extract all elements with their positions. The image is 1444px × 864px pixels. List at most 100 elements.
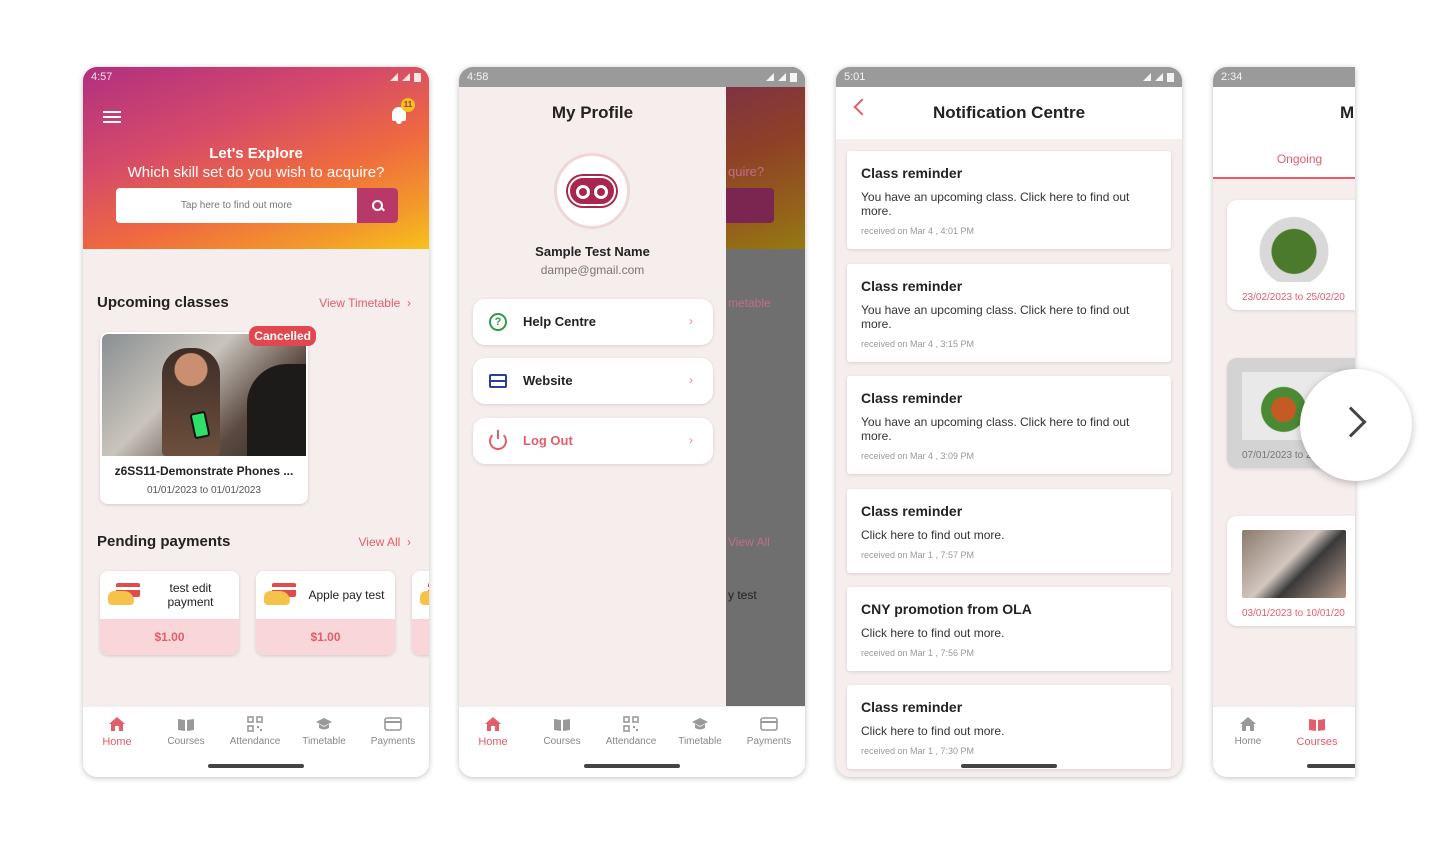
notification-title: Class reminder [861, 278, 963, 294]
phone-profile-screen: 4:58 quire? metable View All y test My P… [459, 67, 805, 777]
search-button[interactable] [357, 188, 398, 223]
avatar [554, 153, 630, 229]
notification-body: You have an upcoming class. Click here t… [861, 190, 1130, 218]
nav-attendance-label: Attendance [605, 736, 657, 747]
nav-home-label: Home [102, 736, 132, 748]
nav-home-label: Home [478, 736, 508, 748]
notification-title: Class reminder [861, 503, 963, 519]
notification-timestamp: received on Mar 1 , 7:57 PM [861, 550, 975, 560]
notification-title: Class reminder [861, 699, 963, 715]
wifi-icon [766, 73, 774, 81]
tab-ongoing[interactable]: Ongoing [1213, 139, 1355, 179]
nav-attendance[interactable]: Attendance [597, 716, 665, 747]
log-out-button[interactable]: Log Out › [473, 418, 713, 464]
payment-card[interactable]: Apple pay test $1.00 [256, 571, 395, 655]
status-bar: 5:01 [836, 67, 1182, 87]
course-card[interactable]: 23/02/2023 to 25/02/20 [1227, 200, 1355, 310]
dimmed-subtitle: quire? [728, 164, 765, 179]
status-icons [390, 71, 421, 83]
notification-item[interactable]: Class reminder You have an upcoming clas… [847, 376, 1171, 474]
nav-timetable-label: Timetable [302, 736, 346, 747]
search-bar[interactable]: Tap here to find out more [116, 188, 398, 223]
notification-item[interactable]: CNY promotion from OLA Click here to fin… [847, 587, 1171, 671]
upcoming-class-card[interactable]: Cancelled z6SS11-Demonstrate Phones ... … [100, 326, 316, 504]
view-timetable-link[interactable]: View Timetable › [319, 296, 411, 310]
signal-icon [1155, 73, 1163, 81]
nav-home[interactable]: Home [83, 716, 151, 748]
course-card[interactable]: 03/01/2023 to 10/01/20 [1227, 516, 1355, 626]
credit-card-icon [760, 717, 778, 731]
upcoming-classes-title: Upcoming classes [97, 294, 229, 311]
chevron-right-icon: › [689, 314, 693, 328]
nav-courses[interactable]: Courses [1283, 716, 1351, 748]
nav-payments[interactable]: Payments [735, 716, 803, 747]
chevron-right-icon: › [689, 373, 693, 387]
profile-name: Sample Test Name [535, 244, 650, 259]
page-title: M [1340, 103, 1355, 122]
notification-title: CNY promotion from OLA [861, 601, 1032, 617]
nav-home[interactable]: Home [459, 716, 527, 748]
status-bar: 4:58 [459, 67, 805, 87]
notification-item[interactable]: Class reminder Click here to find out mo… [847, 489, 1171, 573]
nav-courses-label: Courses [543, 736, 581, 747]
battery-icon [414, 72, 421, 82]
nav-courses-label: Courses [167, 736, 205, 747]
notification-item[interactable]: Class reminder You have an upcoming clas… [847, 151, 1171, 249]
website-button[interactable]: Website › [473, 358, 713, 404]
graduation-cap-icon [692, 718, 708, 730]
help-centre-button[interactable]: ? Help Centre › [473, 299, 713, 345]
page-title: Notification Centre [932, 103, 1086, 122]
book-icon [178, 719, 194, 731]
payment-label: Apple pay test [308, 588, 385, 602]
nav-courses-label: Courses [1296, 736, 1338, 748]
page-title: My Profile [551, 103, 634, 122]
class-name: z6SS11-Demonstrate Phones ... [114, 464, 294, 478]
payment-card[interactable]: test edit payment $1.00 [100, 571, 239, 655]
nav-payments[interactable]: Payments [359, 716, 427, 747]
home-icon [1240, 717, 1256, 731]
notification-item[interactable]: Class reminder Click here to find out mo… [847, 685, 1171, 769]
notification-body: You have an upcoming class. Click here t… [861, 303, 1130, 331]
next-slide-button[interactable] [1300, 369, 1412, 481]
status-icons [1143, 71, 1174, 83]
home-icon [485, 717, 501, 731]
notification-bell-icon[interactable]: 11 [389, 98, 415, 125]
search-input[interactable]: Tap here to find out more [116, 188, 357, 223]
nav-payments-label: Payments [370, 736, 416, 747]
status-icons [766, 71, 797, 83]
signal-icon [778, 73, 786, 81]
nav-payments-label: Payments [746, 736, 792, 747]
website-label: Website [523, 373, 573, 388]
wifi-icon [1143, 73, 1151, 81]
menu-icon[interactable] [103, 111, 121, 123]
card-payment-icon [264, 583, 298, 607]
nav-courses[interactable]: Courses [152, 716, 220, 747]
class-date: 01/01/2023 to 01/01/2023 [147, 485, 261, 496]
dimmed-home-overlay[interactable]: quire? metable View All y test [726, 67, 805, 706]
bottom-navigation: Home Courses [1213, 706, 1355, 777]
nav-courses[interactable]: Courses [528, 716, 596, 747]
dimmed-view-all: View All [728, 535, 770, 549]
notification-timestamp: received on Mar 4 , 4:01 PM [861, 226, 975, 236]
view-all-payments-link[interactable]: View All › [359, 535, 411, 549]
payment-amount: $1.00 [100, 619, 239, 655]
wifi-icon [390, 73, 398, 81]
notification-timestamp: received on Mar 4 , 3:15 PM [861, 339, 975, 349]
card-payment-icon [420, 583, 429, 607]
view-timetable-label: View Timetable [319, 296, 401, 310]
view-all-label: View All [358, 535, 401, 549]
payment-label: test edit payment [167, 581, 214, 609]
courses-header: M [1213, 87, 1355, 139]
nav-attendance[interactable]: Attendance [221, 716, 289, 747]
payment-card-partial[interactable] [412, 571, 429, 655]
screenshot-gallery: 4:57 11 Let's Explore Which skill set do… [0, 0, 1444, 864]
profile-email: dampe@gmail.com [540, 263, 645, 277]
nav-timetable[interactable]: Timetable [290, 716, 358, 747]
status-bar: 4:57 [83, 67, 429, 87]
help-circle-icon: ? [489, 313, 507, 331]
notification-item[interactable]: Class reminder You have an upcoming clas… [847, 264, 1171, 362]
nav-attendance-label: Attendance [229, 736, 281, 747]
nav-timetable[interactable]: Timetable [666, 716, 734, 747]
chevron-right-icon: › [689, 433, 693, 447]
nav-home[interactable]: Home [1214, 716, 1282, 747]
